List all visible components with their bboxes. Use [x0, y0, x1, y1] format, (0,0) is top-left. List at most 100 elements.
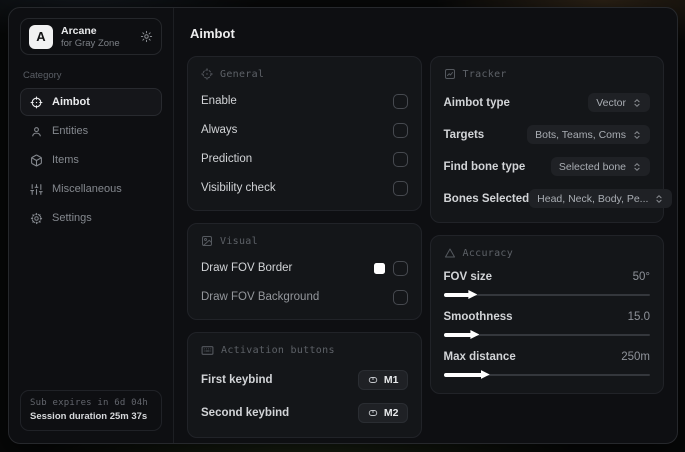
fov-border-color-swatch[interactable] [373, 262, 385, 274]
sidebar: A Arcane for Gray Zone Category Aimbot E… [9, 8, 174, 443]
setting-row-enable: Enable [201, 93, 408, 109]
setting-row-aimbot-type: Aimbot type Vector [443, 93, 650, 112]
sidebar-item-label: Items [52, 154, 79, 166]
keyboard-icon [201, 344, 214, 357]
setting-label: Second keybind [201, 407, 290, 419]
accuracy-panel: Accuracy FOV size 50° Smoothness 15.0 Ma… [429, 235, 664, 394]
setting-label: First keybind [201, 374, 273, 386]
setting-label: Draw FOV Background [201, 291, 320, 303]
visibility-check-checkbox[interactable] [392, 180, 408, 196]
chevrons-up-down-icon [632, 98, 642, 108]
slider-thumb[interactable] [470, 330, 480, 339]
slider-thumb[interactable] [468, 290, 478, 299]
sidebar-item-entities[interactable]: Entities [20, 117, 162, 145]
panel-title: Visual [220, 235, 258, 247]
sidebar-item-label: Settings [52, 212, 92, 224]
session-info-card: Sub expires in 6d 04h Session duration 2… [20, 390, 162, 431]
first-keybind-button[interactable]: M1 [357, 370, 408, 390]
app-window: A Arcane for Gray Zone Category Aimbot E… [8, 7, 678, 444]
setting-label: Always [201, 124, 238, 136]
setting-row-second-keybind: Second keybind M2 [201, 403, 408, 423]
triangle-icon [444, 247, 456, 259]
prediction-checkbox[interactable] [392, 151, 408, 167]
sidebar-item-aimbot[interactable]: Aimbot [20, 88, 162, 116]
setting-label: Bones Selected [443, 192, 530, 205]
setting-row-first-keybind: First keybind M1 [201, 370, 408, 390]
app-subtitle: for Gray Zone [61, 37, 120, 49]
setting-label: Prediction [201, 153, 253, 165]
chevrons-up-down-icon [654, 194, 664, 204]
image-icon [201, 235, 213, 247]
fov-size-slider[interactable] [443, 290, 650, 299]
slider-value: 250m [621, 351, 650, 363]
general-crosshair-icon [201, 68, 213, 80]
setting-row-find-bone-type: Find bone type Selected bone [443, 157, 650, 176]
sidebar-item-label: Miscellaneous [52, 183, 122, 195]
category-label: Category [23, 70, 62, 81]
sidebar-item-items[interactable]: Items [20, 146, 162, 174]
app-header-card: A Arcane for Gray Zone [20, 18, 162, 55]
bones-selected-select[interactable]: Head, Neck, Body, Pe... [529, 189, 673, 208]
package-icon [30, 154, 43, 167]
tracker-chart-icon [444, 68, 456, 80]
slider-value: 50° [632, 271, 650, 283]
visual-panel: Visual Draw FOV Border Draw FOV Backgrou… [187, 223, 422, 320]
gear-icon [30, 212, 43, 225]
header-gear-icon[interactable] [140, 30, 153, 43]
setting-row-always: Always [201, 122, 408, 138]
setting-row-draw-fov-background: Draw FOV Background [201, 289, 408, 305]
targets-select[interactable]: Bots, Teams, Coms [527, 125, 650, 144]
aimbot-type-select[interactable]: Vector [588, 93, 650, 112]
always-checkbox[interactable] [392, 122, 408, 138]
setting-row-max-distance: Max distance 250m [443, 351, 650, 379]
app-name: Arcane [61, 24, 97, 37]
smoothness-slider[interactable] [443, 330, 650, 339]
setting-label: Aimbot type [443, 96, 510, 109]
select-value: Bots, Teams, Coms [535, 128, 626, 141]
setting-row-fov-size: FOV size 50° [443, 271, 650, 299]
setting-label: Max distance [443, 351, 516, 363]
setting-label: Draw FOV Border [201, 262, 293, 274]
setting-label: FOV size [443, 271, 493, 283]
setting-row-smoothness: Smoothness 15.0 [443, 311, 650, 339]
activation-buttons-panel: Activation buttons First keybind M1 Seco… [187, 332, 422, 438]
chevrons-up-down-icon [632, 130, 642, 140]
sidebar-item-settings[interactable]: Settings [20, 204, 162, 232]
setting-label: Smoothness [443, 311, 513, 323]
panel-title: Tracker [462, 68, 507, 80]
sub-expires-text: Sub expires in 6d 04h [30, 398, 148, 408]
crosshair-icon [30, 96, 43, 109]
slider-value: 15.0 [627, 311, 650, 323]
setting-label: Find bone type [443, 160, 526, 173]
sidebar-item-label: Aimbot [52, 96, 90, 108]
setting-row-targets: Targets Bots, Teams, Coms [443, 125, 650, 144]
panel-title: General [220, 68, 265, 80]
mouse-icon [367, 408, 379, 418]
setting-label: Targets [443, 128, 485, 141]
mouse-icon [367, 375, 379, 385]
sliders-icon [30, 183, 43, 196]
select-value: Head, Neck, Body, Pe... [537, 192, 649, 205]
panel-title: Accuracy [462, 247, 514, 259]
setting-row-bones-selected: Bones Selected Head, Neck, Body, Pe... [443, 189, 673, 208]
setting-row-draw-fov-border: Draw FOV Border [201, 260, 408, 276]
tracker-panel: Tracker Aimbot type Vector Targets Bots,… [429, 56, 673, 223]
slider-thumb[interactable] [480, 370, 490, 379]
find-bone-type-select[interactable]: Selected bone [550, 157, 650, 176]
draw-fov-background-checkbox[interactable] [392, 289, 408, 305]
max-distance-slider[interactable] [443, 370, 650, 379]
select-value: Vector [596, 96, 626, 109]
enable-checkbox[interactable] [392, 93, 408, 109]
keybind-value: M1 [383, 374, 399, 386]
setting-row-visibility-check: Visibility check [201, 180, 408, 196]
session-duration-text: Session duration 25m 37s [30, 411, 148, 422]
app-logo: A [29, 24, 53, 49]
sidebar-item-miscellaneous[interactable]: Miscellaneous [20, 175, 162, 203]
keybind-value: M2 [383, 407, 399, 419]
setting-row-prediction: Prediction [201, 151, 408, 167]
sidebar-item-label: Entities [52, 125, 89, 137]
draw-fov-border-checkbox[interactable] [392, 260, 408, 276]
main-content: Aimbot General Enable Always Prediction … [174, 8, 677, 443]
second-keybind-button[interactable]: M2 [357, 403, 408, 423]
chevrons-up-down-icon [632, 162, 642, 172]
